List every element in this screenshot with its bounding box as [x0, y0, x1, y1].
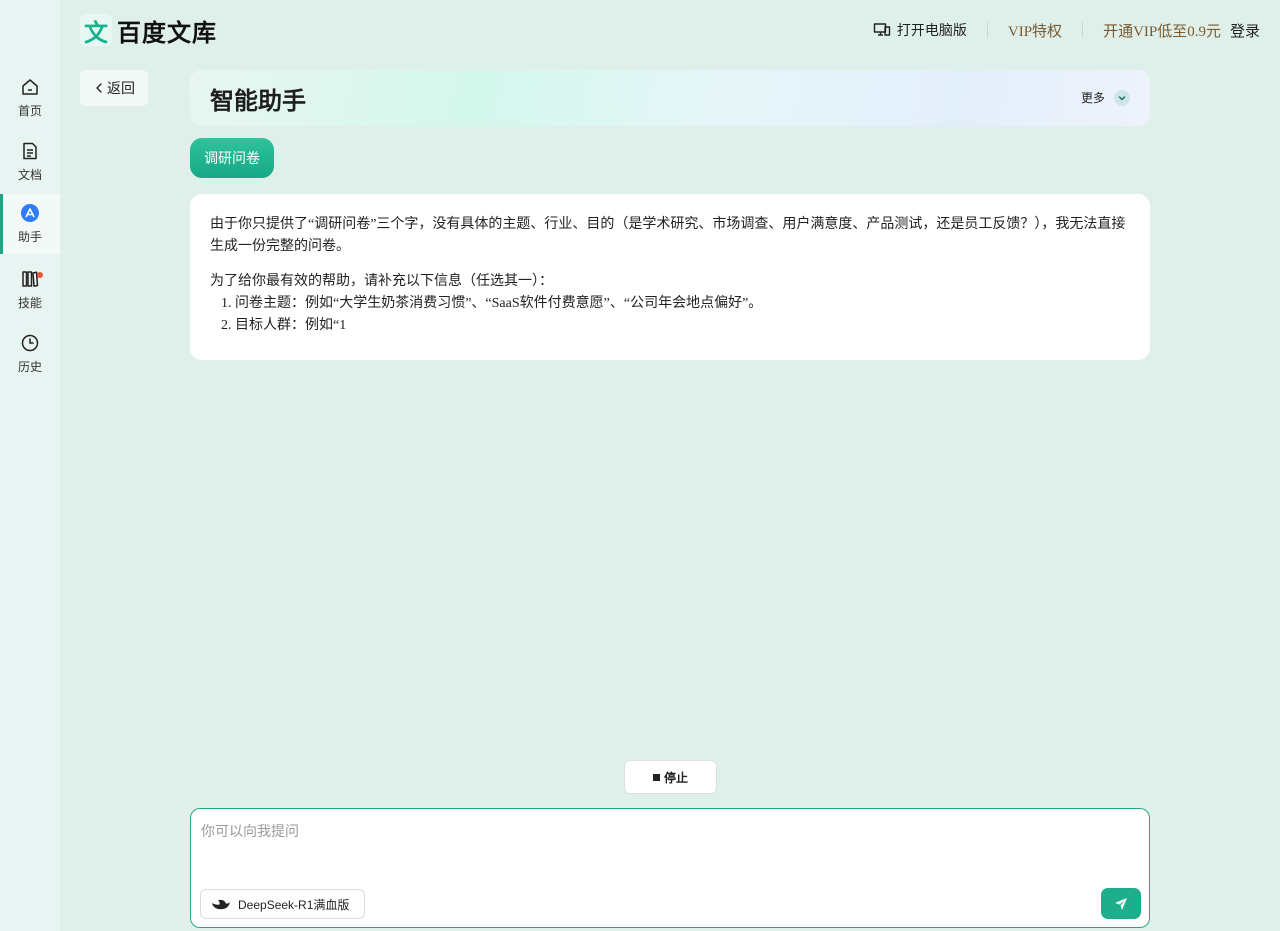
sidebar-item-label: 技能 [17, 296, 42, 310]
home-icon [22, 79, 38, 95]
sidebar-item-label: 首页 [17, 104, 42, 118]
chevron-down-icon [1114, 89, 1130, 106]
divider [986, 22, 988, 38]
document-icon [23, 142, 37, 160]
sidebar-item-assistant[interactable]: 助手 [0, 194, 60, 254]
send-icon [1115, 897, 1127, 910]
more-dropdown[interactable]: 更多 [1081, 89, 1130, 106]
whale-icon [212, 899, 230, 910]
model-selector-button[interactable]: DeepSeek-R1满血版 [200, 889, 365, 919]
chat-input-container: DeepSeek-R1满血版 [190, 808, 1150, 928]
login-link[interactable]: 登录 [1230, 20, 1260, 41]
stop-generating-button[interactable]: 停止 [624, 760, 717, 794]
vip-privileges-link[interactable]: VIP特权 [1008, 20, 1062, 41]
header-actions: 打开电脑版 VIP特权 开通VIP低至0.9元 登录 [873, 19, 1260, 41]
list-item: 目标人群：例如“1 [235, 315, 1130, 337]
vip-offer-link[interactable]: 开通VIP低至0.9元 [1103, 20, 1221, 41]
clock-icon [21, 334, 39, 352]
open-pc-label: 打开电脑版 [896, 22, 967, 38]
sidebar-item-skills[interactable]: 技能 [0, 260, 60, 320]
sidebar-item-label: 助手 [17, 230, 42, 244]
answer-paragraph: 由于你只提供了“调研问卷”三个字，没有具体的主题、行业、目的（是学术研究、市场调… [210, 217, 1126, 254]
assistant-icon [21, 204, 39, 222]
sidebar-item-home[interactable]: 首页 [0, 68, 60, 128]
answer-list: 问卷主题：例如“大学生奶茶消费习惯”、“SaaS软件付费意愿”、“公司年会地点偏… [210, 293, 1130, 337]
logo-text: 百度文库 [117, 19, 217, 47]
send-button[interactable] [1101, 888, 1141, 919]
divider [1082, 22, 1084, 38]
answer-paragraph: 为了给你最有效的帮助，请补充以下信息（任选其一）： [210, 274, 553, 289]
notification-dot [37, 272, 43, 278]
sidebar-item-documents[interactable]: 文档 [0, 132, 60, 192]
back-button[interactable]: 返回 [80, 70, 148, 106]
back-label: 返回 [107, 80, 135, 96]
list-item: 问卷主题：例如“大学生奶茶消费习惯”、“SaaS软件付费意愿”、“公司年会地点偏… [235, 293, 1130, 315]
user-message-bubble: 调研问卷 [190, 138, 274, 178]
logo-mark: 文 [80, 14, 112, 47]
model-label: DeepSeek-R1满血版 [238, 897, 350, 912]
sidebar-item-label: 文档 [17, 168, 42, 182]
sidebar-item-label: 历史 [17, 360, 42, 374]
chat-input[interactable] [201, 821, 1101, 881]
sidebar: 首页 文档 助手 技能 历史 [0, 0, 60, 931]
stop-label: 停止 [663, 770, 688, 785]
logo[interactable]: 文 百度文库 [80, 14, 217, 47]
assistant-answer-card: 由于你只提供了“调研问卷”三个字，没有具体的主题、行业、目的（是学术研究、市场调… [190, 194, 1150, 360]
monitor-icon [873, 23, 891, 36]
open-pc-version-link[interactable]: 打开电脑版 [873, 20, 967, 40]
page-title: 智能助手 [210, 87, 306, 115]
sidebar-item-history[interactable]: 历史 [0, 324, 60, 384]
chevron-left-icon [96, 83, 102, 93]
more-label: 更多 [1080, 91, 1105, 105]
stop-icon [652, 773, 660, 781]
assistant-title-banner: 智能助手 更多 [190, 70, 1150, 126]
